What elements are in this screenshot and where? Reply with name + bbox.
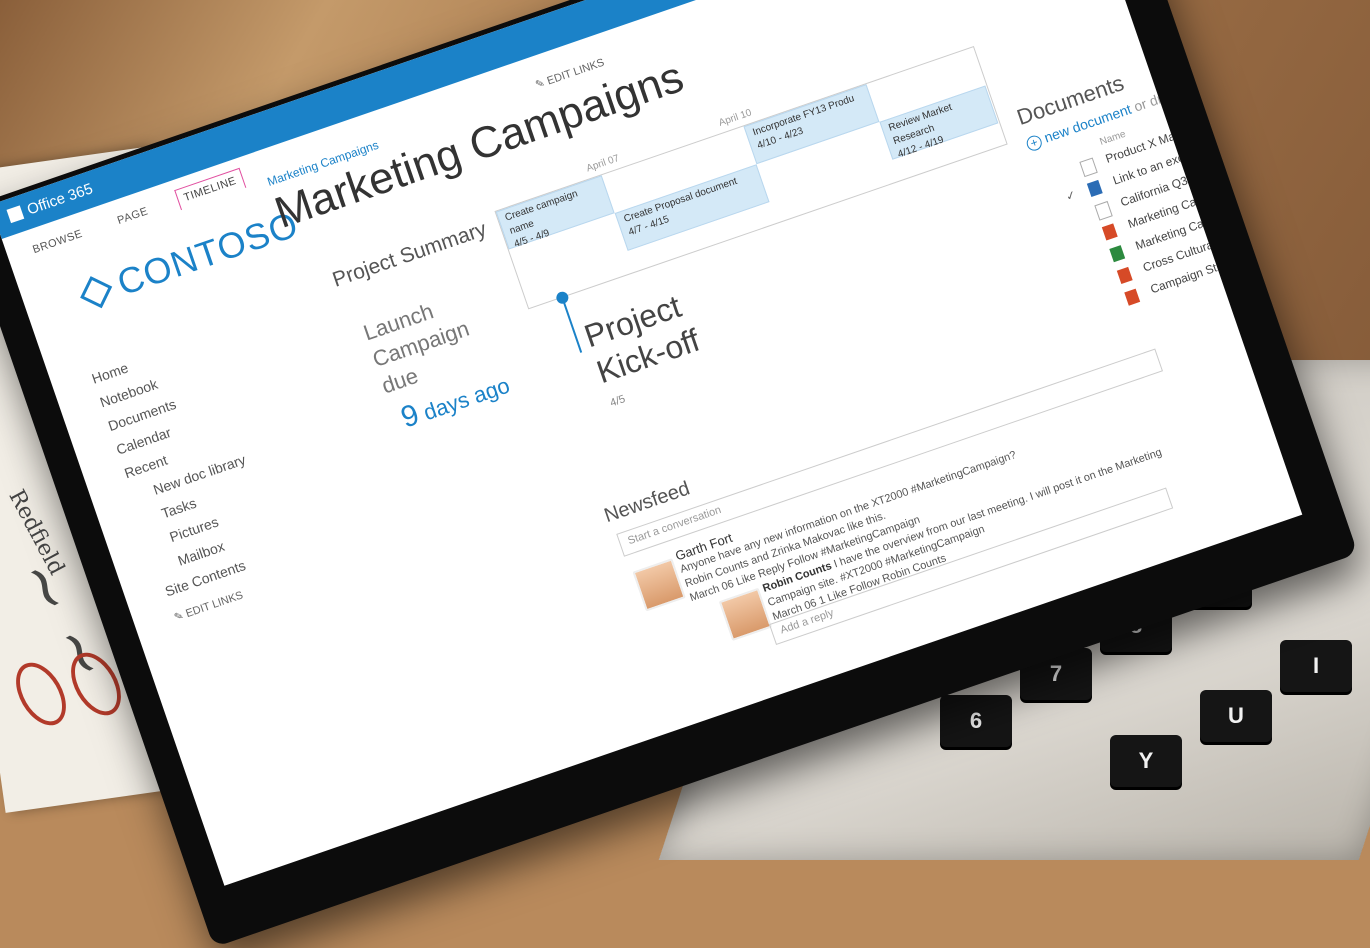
- keyboard-key[interactable]: Y: [1110, 735, 1182, 787]
- contoso-logo-icon: [80, 276, 113, 309]
- milestone-title: Project Kick-off: [579, 287, 705, 391]
- project-summary-title: Project Summary: [329, 217, 490, 292]
- timeline-task[interactable]: Create Proposal document 4/7 - 4/15: [614, 164, 770, 251]
- check-icon[interactable]: ✓: [1064, 187, 1078, 204]
- avatar[interactable]: [718, 587, 773, 642]
- keyboard-key[interactable]: I: [1280, 640, 1352, 692]
- powerpoint-icon: [1101, 223, 1118, 241]
- blank-doc-icon: [1079, 157, 1098, 178]
- keyboard-key[interactable]: U: [1200, 690, 1272, 742]
- days-number: 9: [396, 397, 424, 435]
- tab-browse[interactable]: BROWSE: [24, 222, 91, 262]
- powerpoint-icon: [1124, 288, 1141, 306]
- tab-page[interactable]: PAGE: [109, 200, 157, 233]
- milestone-line: [560, 295, 583, 353]
- timeline-task[interactable]: Incorporate FY13 Produ 4/10 - 4/23: [743, 84, 880, 165]
- link-doc-icon: [1094, 200, 1113, 221]
- project-timeline[interactable]: April 07 April 10 Create campaign name 4…: [494, 46, 1008, 310]
- timeline-task[interactable]: Create campaign name 4/5 - 4/9: [495, 175, 615, 250]
- timeline-task[interactable]: Review Market Research 4/12 - 4/19: [879, 85, 999, 160]
- timeline-date: April 07: [585, 152, 621, 175]
- avatar[interactable]: [632, 558, 686, 612]
- quick-launch: Home Notebook Documents Calendar Recent …: [90, 303, 375, 624]
- keyboard-key[interactable]: 6: [940, 695, 1012, 747]
- word-doc-icon: [1086, 179, 1103, 197]
- office-logo-icon: [6, 205, 25, 224]
- milestone-date: 4/5: [608, 393, 627, 410]
- excel-icon: [1109, 245, 1126, 263]
- add-icon[interactable]: +: [1024, 133, 1044, 153]
- powerpoint-icon: [1116, 266, 1133, 284]
